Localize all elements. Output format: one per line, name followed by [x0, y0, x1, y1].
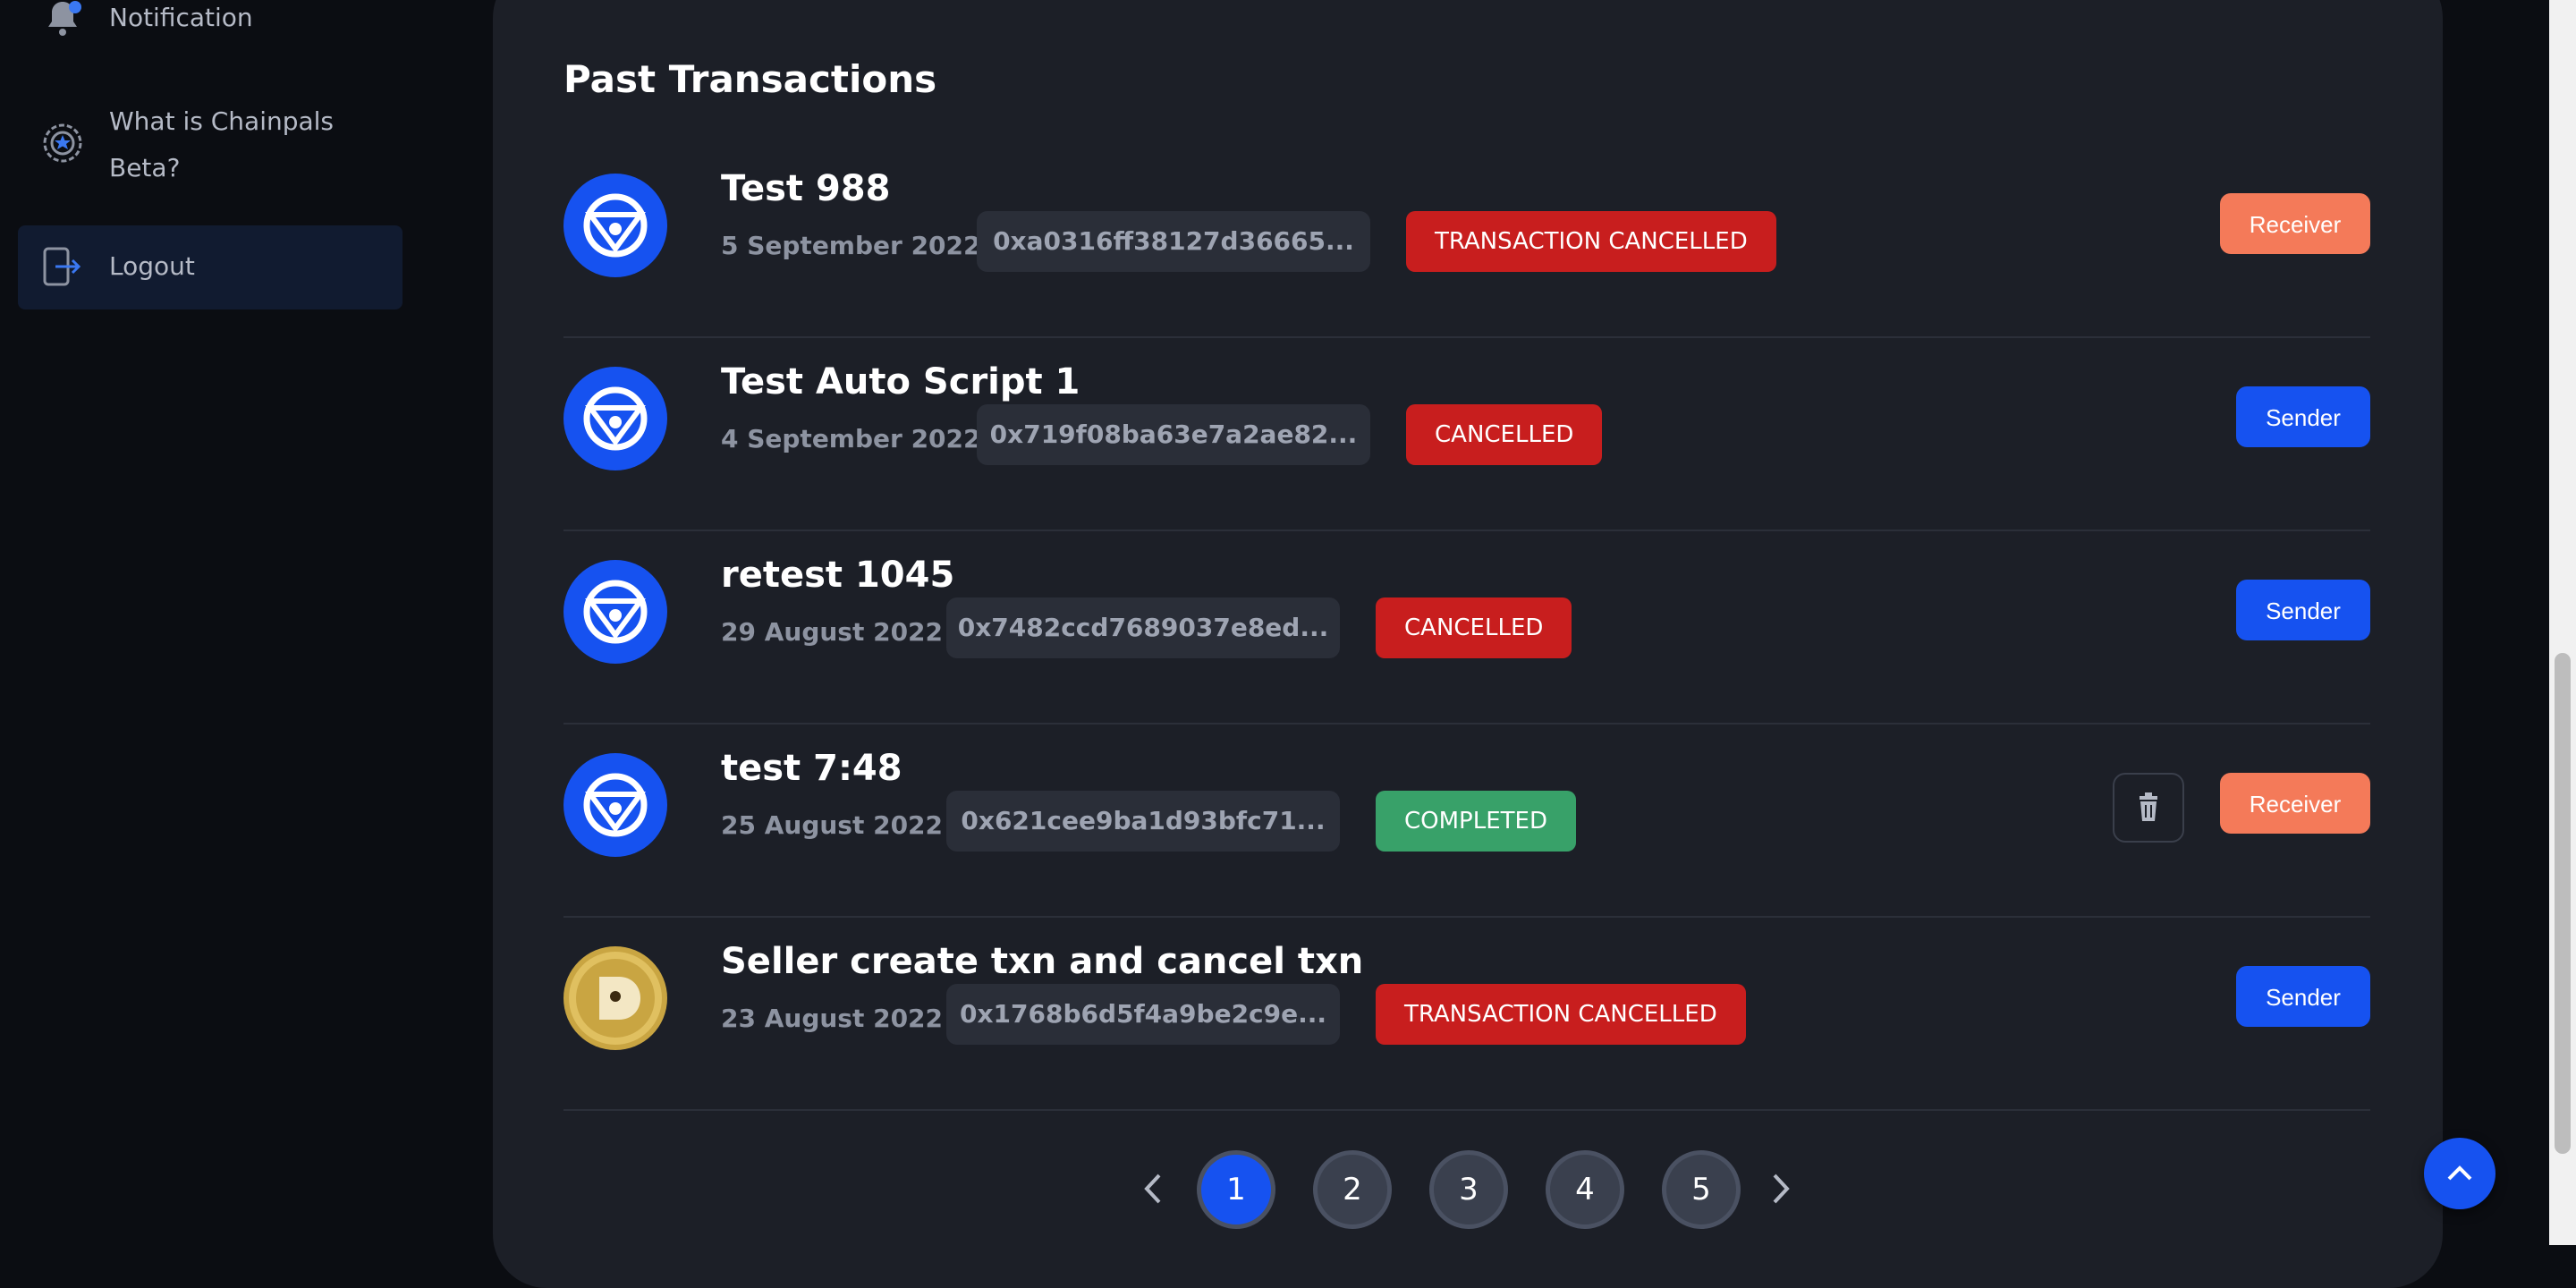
transaction-hash[interactable]: 0x1768b6d5f4a9be2c9e... — [946, 984, 1340, 1045]
transaction-hash[interactable]: 0x621cee9ba1d93bfc71... — [946, 791, 1340, 852]
transaction-title: Seller create txn and cancel txn — [721, 941, 1364, 982]
sidebar: Notification What is Chainpals Beta? Log… — [0, 0, 429, 1245]
transaction-hash[interactable]: 0x7482ccd7689037e8ed... — [946, 597, 1340, 658]
role-sender-button[interactable]: Sender — [2236, 386, 2370, 447]
sidebar-item-notification[interactable]: Notification — [18, 0, 402, 47]
dogecoin-icon — [564, 946, 667, 1050]
transaction-title: retest 1045 — [721, 555, 955, 596]
transaction-row[interactable]: test 7:48 25 August 2022 0x621cee9ba1d93… — [564, 724, 2370, 918]
status-badge: COMPLETED — [1376, 791, 1576, 852]
chainpals-logo-icon — [564, 367, 667, 470]
transaction-title: Test 988 — [721, 168, 891, 209]
page-button-5[interactable]: 5 — [1662, 1150, 1741, 1229]
transaction-title: Test Auto Script 1 — [721, 361, 1080, 402]
transaction-row[interactable]: Test Auto Script 1 4 September 2022 0x71… — [564, 338, 2370, 531]
chevron-left-icon[interactable] — [1136, 1166, 1172, 1211]
status-badge: CANCELLED — [1406, 404, 1603, 465]
sidebar-item-logout[interactable]: Logout — [18, 225, 402, 309]
role-receiver-button[interactable]: Receiver — [2220, 193, 2370, 254]
scroll-to-top-button[interactable] — [2424, 1138, 2496, 1209]
page-button-4[interactable]: 4 — [1546, 1150, 1624, 1229]
transaction-date: 29 August 2022 — [721, 617, 944, 647]
sidebar-item-label-line2: Beta? — [109, 153, 181, 182]
status-badge: TRANSACTION CANCELLED — [1376, 984, 1746, 1045]
chevron-right-icon[interactable] — [1762, 1166, 1798, 1211]
page-title: Past Transactions — [564, 57, 937, 101]
transaction-row[interactable]: Seller create txn and cancel txn 23 Augu… — [564, 918, 2370, 1111]
transaction-date: 4 September 2022 — [721, 424, 981, 453]
page-button-1[interactable]: 1 — [1197, 1150, 1275, 1229]
scrollbar-thumb[interactable] — [2555, 653, 2571, 1154]
logout-icon — [43, 247, 81, 286]
transaction-row[interactable]: Test 988 5 September 2022 0xa0316ff38127… — [564, 145, 2370, 338]
sidebar-item-label-line1: What is Chainpals — [109, 106, 335, 136]
transaction-date: 25 August 2022 — [721, 810, 944, 840]
role-sender-button[interactable]: Sender — [2236, 966, 2370, 1027]
page-button-2[interactable]: 2 — [1313, 1150, 1392, 1229]
status-badge: TRANSACTION CANCELLED — [1406, 211, 1776, 272]
bell-icon — [48, 1, 81, 36]
chevron-up-icon — [2447, 1165, 2472, 1181]
page-button-3[interactable]: 3 — [1429, 1150, 1508, 1229]
role-sender-button[interactable]: Sender — [2236, 580, 2370, 640]
transaction-date: 23 August 2022 — [721, 1004, 944, 1033]
chainpals-beta-icon — [43, 123, 82, 163]
sidebar-item-label: Notification — [109, 3, 253, 32]
pagination: 1 2 3 4 5 — [1136, 1150, 1798, 1229]
role-receiver-button[interactable]: Receiver — [2220, 773, 2370, 834]
transaction-title: test 7:48 — [721, 748, 902, 789]
transaction-date: 5 September 2022 — [721, 231, 981, 260]
status-badge: CANCELLED — [1376, 597, 1572, 658]
row-divider — [564, 1109, 2370, 1111]
chainpals-logo-icon — [564, 753, 667, 857]
delete-button[interactable] — [2113, 773, 2184, 843]
chainpals-logo-icon — [564, 174, 667, 277]
transaction-row[interactable]: retest 1045 29 August 2022 0x7482ccd7689… — [564, 531, 2370, 724]
transaction-hash[interactable]: 0x719f08ba63e7a2ae82... — [977, 404, 1370, 465]
trash-icon — [2140, 792, 2157, 821]
transaction-hash[interactable]: 0xa0316ff38127d36665... — [977, 211, 1370, 272]
sidebar-item-label: Logout — [109, 251, 195, 281]
chainpals-logo-icon — [564, 560, 667, 664]
sidebar-item-what-is-chainpals[interactable]: What is Chainpals Beta? — [18, 98, 402, 191]
